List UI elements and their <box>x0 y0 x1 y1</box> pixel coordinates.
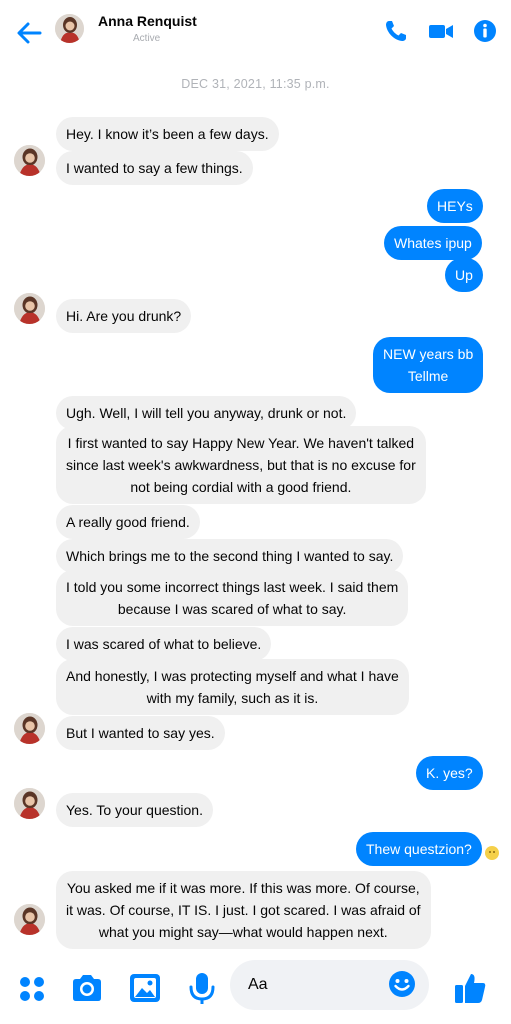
apps-grid-icon[interactable] <box>14 970 50 1006</box>
contact-avatar[interactable] <box>55 14 84 43</box>
image-icon[interactable] <box>127 970 163 1006</box>
incoming-message[interactable]: I first wanted to say Happy New Year. We… <box>56 426 426 504</box>
contact-avatar-small[interactable] <box>14 788 45 819</box>
incoming-message[interactable]: A really good friend. <box>56 505 200 539</box>
outgoing-message[interactable]: Whates ipup <box>384 226 482 260</box>
outgoing-message[interactable]: NEW years bb Tellme <box>373 337 484 393</box>
incoming-message[interactable]: You asked me if it was more. If this was… <box>56 871 431 949</box>
emoji-icon[interactable] <box>387 969 417 999</box>
chat-header: Anna Renquist Active <box>0 0 511 62</box>
incoming-message[interactable]: I told you some incorrect things last we… <box>56 570 409 626</box>
video-camera-icon[interactable] <box>427 18 455 44</box>
contact-status: Active <box>133 33 161 44</box>
contact-avatar-small[interactable] <box>14 145 45 176</box>
contact-name[interactable]: Anna Renquist <box>98 13 197 29</box>
incoming-message[interactable]: I wanted to say a few things. <box>56 151 253 185</box>
incoming-message[interactable]: And honestly, I was protecting myself an… <box>56 659 409 715</box>
message-input[interactable]: Aa <box>230 960 429 1010</box>
back-arrow-icon[interactable] <box>14 18 44 48</box>
outgoing-message[interactable]: Up <box>445 258 483 292</box>
message-input-placeholder: Aa <box>248 976 268 993</box>
contact-avatar-small[interactable] <box>14 904 45 935</box>
outgoing-message[interactable]: K. yes? <box>416 756 483 790</box>
incoming-message[interactable]: Hey. I know it’s been a few days. <box>56 117 279 151</box>
incoming-message[interactable]: Yes. To your question. <box>56 793 213 827</box>
outgoing-message[interactable]: Thew questzion? <box>356 832 482 866</box>
contact-avatar-small[interactable] <box>14 293 45 324</box>
camera-icon[interactable] <box>69 970 105 1006</box>
contact-avatar-small[interactable] <box>14 713 45 744</box>
incoming-message[interactable]: Which brings me to the second thing I wa… <box>56 539 404 573</box>
info-icon[interactable] <box>472 18 498 44</box>
phone-icon[interactable] <box>383 18 409 44</box>
incoming-message[interactable]: I was scared of what to believe. <box>56 627 272 661</box>
outgoing-message[interactable]: HEYs <box>427 189 483 223</box>
conversation-timestamp: DEC 31, 2021, 11:35 p.m. <box>181 77 330 91</box>
incoming-message[interactable]: Ugh. Well, I will tell you anyway, drunk… <box>56 396 357 430</box>
thumbs-up-icon[interactable] <box>452 970 488 1006</box>
incoming-message[interactable]: But I wanted to say yes. <box>56 716 225 750</box>
seen-avatar-icon <box>485 846 499 860</box>
microphone-icon[interactable] <box>184 970 220 1006</box>
incoming-message[interactable]: Hi. Are you drunk? <box>56 299 192 333</box>
